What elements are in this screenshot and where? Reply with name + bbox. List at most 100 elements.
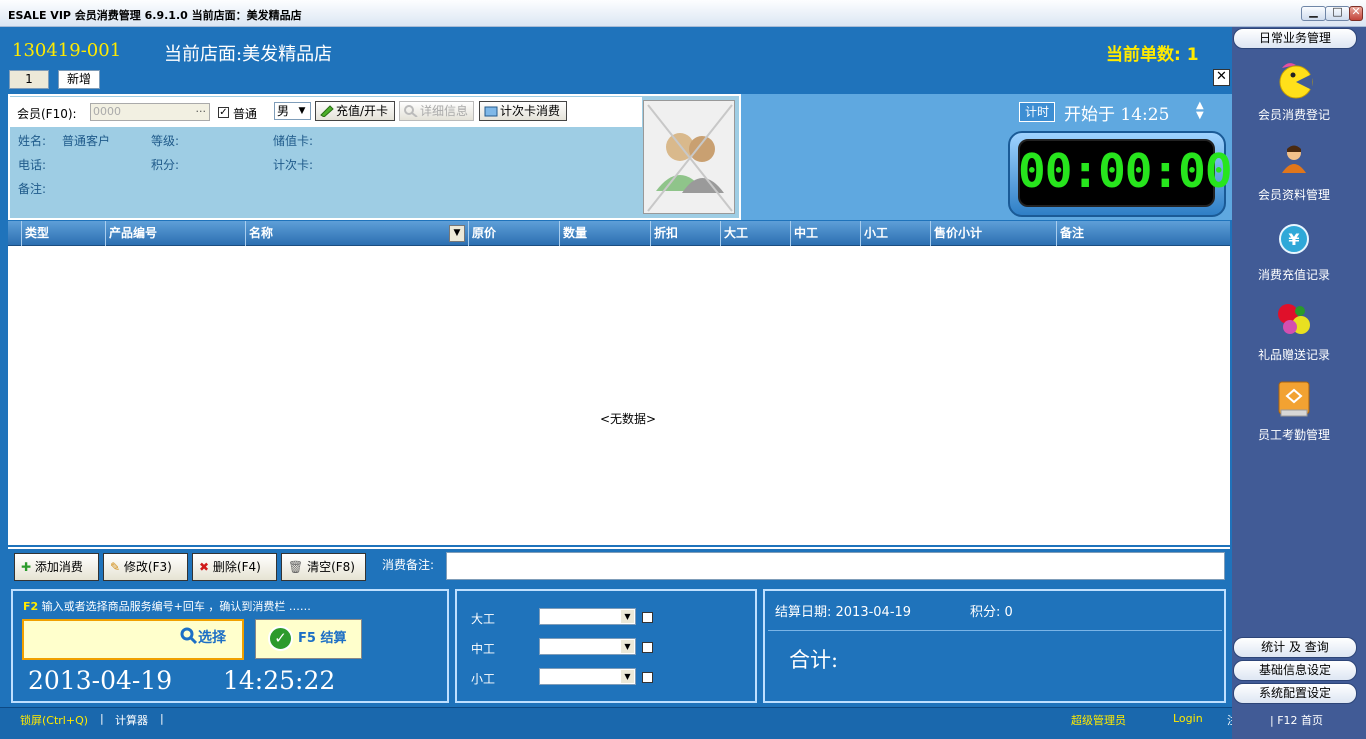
add-label: 添加消费 [34, 560, 83, 574]
member-card-input[interactable]: 0000 ··· [90, 103, 210, 121]
detail-button-label: 详细信息 [420, 104, 469, 118]
current-time: 14:25:22 [223, 666, 336, 695]
sidebar-item-consumption[interactable] [1276, 60, 1314, 100]
col-header-middle[interactable]: 中工 [790, 221, 860, 246]
points-label: 积分: [151, 158, 180, 172]
recharge-button[interactable]: 充值/开卡 [315, 101, 395, 121]
middle-worker-label: 中工 [471, 642, 496, 656]
delete-x-icon: ✖ [199, 560, 210, 574]
timer-digits: 00:00:00 [1018, 144, 1233, 198]
junior-worker-checkbox[interactable] [642, 672, 653, 683]
minimize-button[interactable]: ▁ [1301, 5, 1326, 21]
sidebar-item-label[interactable]: 礼品赠送记录 [1232, 346, 1356, 363]
maximize-icon: □ [1332, 5, 1343, 18]
delete-button[interactable]: ✖ 删除(F4) [192, 553, 277, 581]
countcard-button[interactable]: 计次卡消费 [479, 101, 567, 121]
clear-button[interactable]: 🗑 清空(F8) [281, 553, 366, 581]
middle-worker-select[interactable]: ▼ [539, 638, 636, 655]
gender-value: 男 [277, 104, 290, 118]
maximize-button[interactable]: □ [1325, 5, 1350, 21]
magnifier-icon [404, 105, 418, 117]
pencil-icon: ✎ [110, 560, 121, 574]
home-link[interactable]: | F12 首页 [1270, 712, 1323, 728]
hint-text: 输入或者选择商品服务编号+回车 ，确认到消费栏 …… [38, 600, 311, 613]
consumption-grid[interactable] [8, 246, 1230, 545]
col-header-price[interactable]: 原价 [468, 221, 559, 246]
col-header-qty[interactable]: 数量 [559, 221, 650, 246]
name-value: 普通客户 [62, 134, 111, 148]
login-link[interactable]: Login [1173, 712, 1203, 725]
card-placeholder: 0000 [93, 105, 121, 118]
time-spinner[interactable]: ▲ ▼ [1196, 101, 1204, 121]
calculator-link[interactable]: 计算器 [115, 712, 148, 728]
status-separator: | [160, 712, 164, 725]
normal-checkbox[interactable]: ✓ [218, 107, 229, 118]
col-header-senior[interactable]: 大工 [720, 221, 790, 246]
clear-label: 清空(F8) [307, 560, 355, 574]
senior-worker-label: 大工 [471, 612, 496, 626]
col-header-subtotal[interactable]: 售价小计 [930, 221, 1056, 246]
recharge-icon [320, 105, 334, 117]
sidebar-item-label[interactable]: 员工考勤管理 [1232, 426, 1356, 443]
grid-empty-text: <无数据> [600, 412, 657, 426]
plus-icon: ✚ [21, 560, 32, 574]
junior-worker-select[interactable]: ▼ [539, 668, 636, 685]
sidebar-section-daily[interactable]: 日常业务管理 [1233, 28, 1357, 49]
lock-screen-link[interactable]: 锁屏(Ctrl+Q) [20, 712, 88, 728]
folder-icon [484, 106, 498, 117]
stored-card-label: 储值卡: [273, 134, 314, 148]
senior-worker-checkbox[interactable] [642, 612, 653, 623]
consumption-note-label: 消费备注: [382, 558, 435, 572]
add-consumption-button[interactable]: ✚ 添加消费 [14, 553, 99, 581]
chevron-down-icon: ▼ [621, 670, 634, 683]
sidebar-item-gift-records[interactable] [1276, 300, 1312, 338]
middle-worker-checkbox[interactable] [642, 642, 653, 653]
edit-button[interactable]: ✎ 修改(F3) [103, 553, 188, 581]
sidebar-item-label[interactable]: 消费充值记录 [1232, 266, 1356, 283]
tab-close-button[interactable]: ✕ [1213, 69, 1230, 86]
col-header-remark[interactable]: 备注 [1056, 221, 1230, 246]
tab-order-1[interactable]: 1 [9, 70, 49, 89]
status-separator: | [100, 712, 104, 725]
sidebar-stats-query[interactable]: 统计 及 查询 [1233, 637, 1357, 658]
sidebar-item-member-info[interactable] [1278, 143, 1310, 175]
person-icon [1282, 145, 1306, 173]
col-header-discount[interactable]: 折扣 [650, 221, 720, 246]
countcard-button-label: 计次卡消费 [500, 104, 561, 118]
avatar-placeholder-icon [647, 104, 733, 212]
normal-label: 普通 [233, 107, 258, 121]
count-card-label: 计次卡: [273, 158, 314, 172]
chevron-down-icon[interactable]: ▼ [449, 225, 465, 242]
timer-button[interactable]: 计时 [1019, 102, 1055, 122]
sidebar-item-recharge-records[interactable]: ¥ [1278, 223, 1310, 255]
level-label: 等级: [151, 134, 180, 148]
window-title: ESALE VIP 会员消费管理 6.9.1.0 当前店面：美发精品店 [8, 9, 302, 22]
gender-select[interactable]: 男 ▼ [274, 102, 311, 120]
yen-coin-icon: ¥ [1279, 224, 1309, 254]
sidebar-system-config[interactable]: 系统配置设定 [1233, 683, 1357, 704]
close-icon: ✕ [1351, 5, 1361, 18]
hint-key: F2 [23, 600, 39, 613]
consumption-note-input[interactable] [446, 552, 1225, 580]
detail-button[interactable]: 详细信息 [399, 101, 474, 121]
sidebar-item-label[interactable]: 会员消费登记 [1232, 106, 1356, 123]
col-header-code[interactable]: 产品编号 [105, 221, 245, 246]
member-card-label: 会员(F10): [17, 107, 77, 121]
trash-icon: 🗑 [288, 560, 304, 574]
current-date: 2013-04-19 [28, 666, 173, 695]
sidebar-item-label[interactable]: 会员资料管理 [1232, 186, 1356, 203]
window-titlebar: ESALE VIP 会员消费管理 6.9.1.0 当前店面：美发精品店 [0, 0, 1366, 27]
card-browse-icon[interactable]: ··· [196, 104, 207, 120]
sidebar-basic-settings[interactable]: 基础信息设定 [1233, 660, 1357, 681]
close-window-button[interactable]: ✕ [1349, 5, 1363, 21]
senior-worker-select[interactable]: ▼ [539, 608, 636, 625]
col-header-type[interactable]: 类型 [21, 221, 105, 246]
col-header-junior[interactable]: 小工 [860, 221, 930, 246]
recharge-button-label: 充值/开卡 [336, 104, 389, 118]
select-button[interactable]: 选择 [180, 627, 226, 647]
col-header-name[interactable]: 名称 [245, 221, 468, 246]
delete-label: 删除(F4) [212, 560, 261, 574]
sidebar-item-attendance[interactable] [1277, 380, 1311, 420]
select-button-label: 选择 [198, 630, 226, 646]
tab-new[interactable]: 新增 [58, 70, 100, 89]
